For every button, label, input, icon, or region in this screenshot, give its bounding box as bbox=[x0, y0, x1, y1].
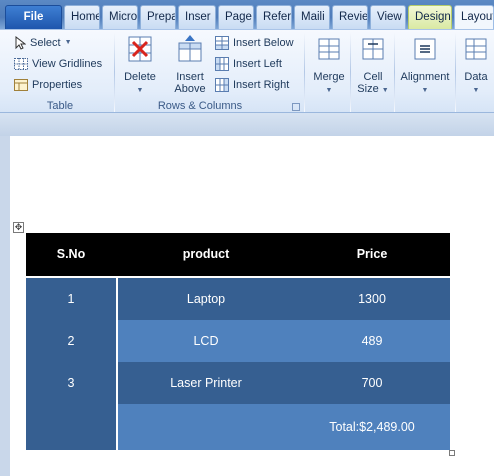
header-price: Price bbox=[356, 247, 388, 261]
table-total-row: Total:$2,489.00 bbox=[118, 404, 450, 450]
header-product: product bbox=[182, 247, 230, 261]
cell-size-button[interactable]: Cell Size ▼ bbox=[354, 34, 392, 97]
table-cell-product: LCD bbox=[193, 334, 219, 348]
select-button[interactable]: Select ▼ bbox=[14, 34, 72, 52]
alignment-icon bbox=[414, 38, 436, 60]
cell-size-icon bbox=[362, 38, 384, 60]
insert-above-button[interactable]: Insert Above bbox=[169, 34, 211, 95]
tab-references[interactable]: Refer bbox=[256, 5, 292, 29]
chevron-down-icon: ▼ bbox=[472, 87, 480, 94]
group-separator bbox=[114, 32, 115, 112]
chevron-down-icon: ▼ bbox=[381, 87, 389, 94]
select-label: Select bbox=[30, 37, 61, 49]
properties-label: Properties bbox=[32, 79, 83, 91]
ruler-band bbox=[0, 113, 494, 136]
chevron-down-icon: ▼ bbox=[64, 39, 72, 46]
table-resize-handle[interactable] bbox=[449, 450, 455, 456]
insert-above-label-1: Insert bbox=[176, 71, 204, 83]
alignment-label: Alignment bbox=[400, 71, 450, 83]
table-row: LCD 489 bbox=[118, 320, 450, 362]
data-button[interactable]: Data ▼ bbox=[458, 34, 494, 97]
delete-table-icon bbox=[128, 36, 152, 62]
table-row: Laptop 1300 bbox=[118, 278, 450, 320]
table-cell-total: Total:$2,489.00 bbox=[329, 420, 415, 434]
delete-label: Delete bbox=[124, 71, 156, 83]
insert-left-button[interactable]: Insert Left bbox=[215, 55, 282, 73]
tab-mailings[interactable]: Maili bbox=[294, 5, 330, 29]
cursor-icon bbox=[15, 36, 26, 50]
chevron-down-icon: ▼ bbox=[421, 87, 429, 94]
tab-home[interactable]: Home bbox=[64, 5, 100, 29]
tab-prepare[interactable]: Prepa bbox=[140, 5, 176, 29]
group-separator bbox=[455, 32, 456, 112]
table-cell-sno: 3 bbox=[67, 376, 75, 390]
properties-button[interactable]: Properties bbox=[14, 76, 82, 94]
insert-below-button[interactable]: Insert Below bbox=[215, 34, 294, 52]
ribbon: Select ▼ View Gridlines Properties Table… bbox=[0, 29, 494, 113]
table-cell-price: 489 bbox=[361, 334, 383, 348]
table-cell-product: Laptop bbox=[186, 292, 226, 306]
group-separator bbox=[350, 32, 351, 112]
view-gridlines-label: View Gridlines bbox=[32, 58, 103, 70]
merge-button[interactable]: Merge ▼ bbox=[309, 34, 349, 97]
tab-file[interactable]: File bbox=[5, 5, 62, 29]
tab-insert[interactable]: Inser bbox=[178, 5, 216, 29]
sno-column: 1 2 3 bbox=[26, 278, 116, 450]
view-gridlines-button[interactable]: View Gridlines bbox=[14, 55, 102, 73]
left-margin-bar bbox=[0, 136, 10, 476]
table-cell-sno: 1 bbox=[67, 292, 75, 306]
chevron-down-icon: ▼ bbox=[136, 87, 144, 94]
insert-below-label: Insert Below bbox=[233, 37, 294, 49]
table-row: Laser Printer 700 bbox=[118, 362, 450, 404]
tab-page-layout[interactable]: Page bbox=[218, 5, 254, 29]
table-group-label: Table bbox=[46, 100, 74, 112]
merge-label: Merge bbox=[313, 71, 345, 83]
data-icon bbox=[465, 38, 487, 60]
insert-right-label: Insert Right bbox=[233, 79, 290, 91]
insert-above-icon bbox=[178, 35, 202, 62]
rows-columns-group-label: Rows & Columns bbox=[157, 100, 243, 112]
tab-view[interactable]: View bbox=[370, 5, 406, 29]
table-header-row: S.No product Price bbox=[26, 233, 450, 276]
data-table: S.No product Price 1 2 3 Laptop 1300 LCD… bbox=[26, 233, 450, 450]
table-cell-price: 1300 bbox=[358, 292, 386, 306]
gridlines-icon bbox=[14, 58, 28, 70]
cell-size-label-2: Size bbox=[357, 83, 379, 95]
delete-button[interactable]: Delete ▼ bbox=[119, 34, 161, 97]
insert-below-icon bbox=[215, 36, 229, 50]
tab-review[interactable]: Revie bbox=[332, 5, 368, 29]
group-separator bbox=[394, 32, 395, 112]
table-cell-price: 700 bbox=[361, 376, 383, 390]
alignment-button[interactable]: Alignment ▼ bbox=[397, 34, 453, 97]
insert-left-icon bbox=[215, 57, 229, 71]
table-cell-product: Laser Printer bbox=[170, 376, 242, 390]
tab-micro[interactable]: Micro bbox=[102, 5, 138, 29]
merge-cells-icon bbox=[318, 38, 340, 60]
data-label: Data bbox=[464, 71, 488, 83]
table-move-handle-icon[interactable]: ✥ bbox=[13, 222, 24, 233]
chevron-down-icon: ▼ bbox=[325, 87, 333, 94]
insert-above-label-2: Above bbox=[174, 83, 206, 95]
table-properties-icon bbox=[14, 79, 28, 91]
table-cell-sno: 2 bbox=[67, 334, 75, 348]
insert-left-label: Insert Left bbox=[233, 58, 282, 70]
insert-right-button[interactable]: Insert Right bbox=[215, 76, 289, 94]
tab-design[interactable]: Design bbox=[408, 5, 452, 29]
dialog-launcher-icon[interactable] bbox=[292, 103, 300, 111]
tab-layout[interactable]: Layout bbox=[454, 5, 494, 30]
cell-size-label-1: Cell bbox=[363, 71, 383, 83]
ribbon-tab-bar: File Home Micro Prepa Inser Page Refer M… bbox=[0, 0, 494, 30]
group-separator bbox=[304, 32, 305, 112]
header-sno: S.No bbox=[56, 247, 86, 261]
insert-right-icon bbox=[215, 78, 229, 92]
